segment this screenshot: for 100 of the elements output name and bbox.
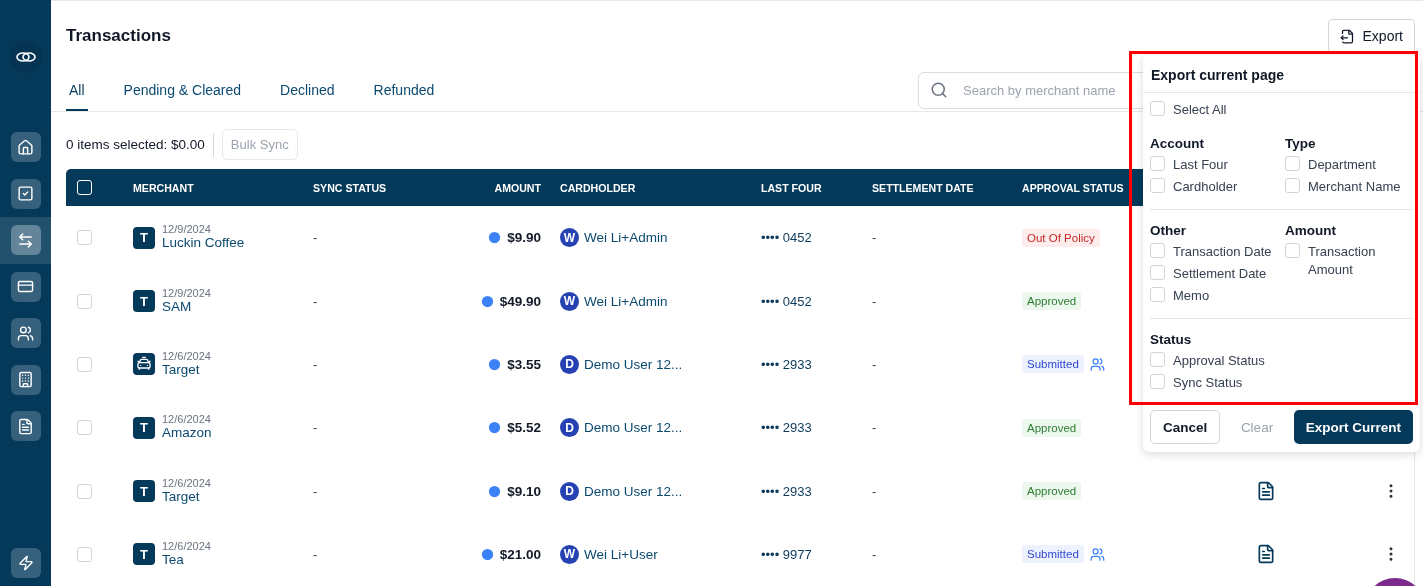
sync-status: - xyxy=(313,356,319,372)
header-checkbox[interactable] xyxy=(77,180,92,196)
checkbox[interactable] xyxy=(1150,287,1165,302)
logo-icon xyxy=(8,40,43,74)
checkbox[interactable] xyxy=(1150,101,1165,116)
cardholder-name: Wei Li+User xyxy=(584,546,658,562)
row-checkbox[interactable] xyxy=(77,293,92,309)
checkbox[interactable] xyxy=(1150,156,1165,171)
card-icon[interactable] xyxy=(10,271,41,302)
popover-title: Export current page xyxy=(1143,55,1420,93)
cardholder-name: Demo User 12... xyxy=(584,483,683,499)
merchant-name[interactable]: Target xyxy=(162,361,211,377)
checkbox[interactable] xyxy=(1285,178,1300,193)
home-icon[interactable] xyxy=(10,132,41,163)
settlement-date: - xyxy=(872,483,878,499)
amount: $5.52 xyxy=(507,420,541,436)
users-icon[interactable] xyxy=(10,318,41,349)
settlement-date: - xyxy=(872,293,878,309)
cancel-button[interactable]: Cancel xyxy=(1150,410,1221,444)
group-title: Account xyxy=(1150,136,1205,151)
approval-status: Submitted xyxy=(1022,545,1084,564)
approval-status: Approved xyxy=(1022,482,1082,501)
last-four: •••• 0452 xyxy=(761,230,813,246)
merchant-name[interactable]: Luckin Coffee xyxy=(162,235,245,251)
export-button[interactable]: Export xyxy=(1327,19,1415,53)
last-four: •••• 2933 xyxy=(761,420,813,436)
cardholder-name: Demo User 12... xyxy=(584,420,683,436)
transaction-date: 12/9/2024 xyxy=(162,286,211,299)
group-title: Type xyxy=(1285,136,1317,151)
building-icon[interactable] xyxy=(10,364,41,395)
merchant-avatar: T xyxy=(133,226,155,249)
checkbox[interactable] xyxy=(1285,156,1300,171)
row-checkbox[interactable] xyxy=(77,420,92,436)
merchant-name[interactable]: Tea xyxy=(162,551,211,567)
amount: $3.55 xyxy=(507,356,541,372)
merchant-name[interactable]: SAM xyxy=(162,298,211,314)
checkbox[interactable] xyxy=(1150,178,1165,193)
amount: $9.10 xyxy=(507,483,541,499)
checkbox-label: Settlement Date xyxy=(1173,265,1267,283)
cardholder-name: Wei Li+Admin xyxy=(584,230,668,246)
tab[interactable]: Refunded xyxy=(370,70,438,112)
sync-status: - xyxy=(313,420,319,436)
export-current-button[interactable]: Export Current xyxy=(1293,410,1413,444)
group-title: Amount xyxy=(1285,223,1337,238)
checkbox[interactable] xyxy=(1150,374,1165,389)
tab[interactable]: All xyxy=(66,70,88,112)
document-icon[interactable] xyxy=(10,411,41,442)
group-title: Other xyxy=(1150,223,1187,238)
search-icon xyxy=(930,81,948,100)
tab[interactable]: Declined xyxy=(277,70,338,112)
cardholder-avatar: D xyxy=(560,354,579,374)
row-checkbox[interactable] xyxy=(77,230,92,246)
transaction-date: 12/9/2024 xyxy=(162,223,212,236)
checkbox-label: Last Four xyxy=(1173,156,1228,174)
amount: $49.90 xyxy=(499,293,541,309)
settlement-date: - xyxy=(872,356,878,372)
cardholder-avatar: D xyxy=(560,481,579,501)
merchant-name[interactable]: Amazon xyxy=(162,425,212,441)
approval-status: Submitted xyxy=(1022,355,1084,374)
approval-status: Approved xyxy=(1022,292,1082,311)
checkbox-label: Approval Status xyxy=(1173,352,1265,370)
row-checkbox[interactable] xyxy=(77,356,92,372)
cardholder-avatar: W xyxy=(560,228,579,248)
receipt-icon[interactable] xyxy=(1256,544,1276,565)
column-header: LAST FOUR xyxy=(761,181,822,194)
checkbox-label: Department xyxy=(1308,156,1376,174)
group-title: Status xyxy=(1150,332,1193,347)
checkbox[interactable] xyxy=(1150,243,1165,258)
checkbox[interactable] xyxy=(1285,243,1300,258)
column-header: APPROVAL STATUS xyxy=(1022,181,1124,194)
page-title: Transactions xyxy=(66,26,171,46)
tab[interactable]: Pending & Cleared xyxy=(120,70,245,112)
cardholder-name: Wei Li+Admin xyxy=(584,293,668,309)
approvers-icon xyxy=(1089,546,1105,562)
column-header: AMOUNT xyxy=(494,181,541,194)
lightning-icon[interactable] xyxy=(10,547,41,578)
checkbox[interactable] xyxy=(1150,352,1165,367)
settlement-date: - xyxy=(872,546,878,562)
sync-status: - xyxy=(313,483,319,499)
transaction-date: 12/6/2024 xyxy=(162,539,211,552)
transaction-date: 12/6/2024 xyxy=(162,413,212,426)
checkbox-label: Cardholder xyxy=(1173,178,1238,196)
sync-status: - xyxy=(313,293,319,309)
settlement-date: - xyxy=(872,230,878,246)
checkbox[interactable] xyxy=(1150,265,1165,280)
merchant-name[interactable]: Target xyxy=(162,488,211,504)
last-four: •••• 0452 xyxy=(761,293,813,309)
cardholder-name: Demo User 12... xyxy=(584,356,683,372)
cardholder-avatar: W xyxy=(560,291,579,311)
column-header: CARDHOLDER xyxy=(560,181,636,194)
sync-status: - xyxy=(313,546,319,562)
amount: $21.00 xyxy=(499,546,541,562)
merchant-avatar: T xyxy=(133,480,155,503)
transfer-icon[interactable] xyxy=(10,225,41,256)
row-checkbox[interactable] xyxy=(77,483,92,499)
tasks-icon[interactable] xyxy=(10,178,41,209)
row-checkbox[interactable] xyxy=(77,546,92,562)
checkbox-label: Merchant Name xyxy=(1308,178,1401,196)
approvers-icon xyxy=(1089,356,1105,372)
receipt-icon[interactable] xyxy=(1256,481,1276,502)
